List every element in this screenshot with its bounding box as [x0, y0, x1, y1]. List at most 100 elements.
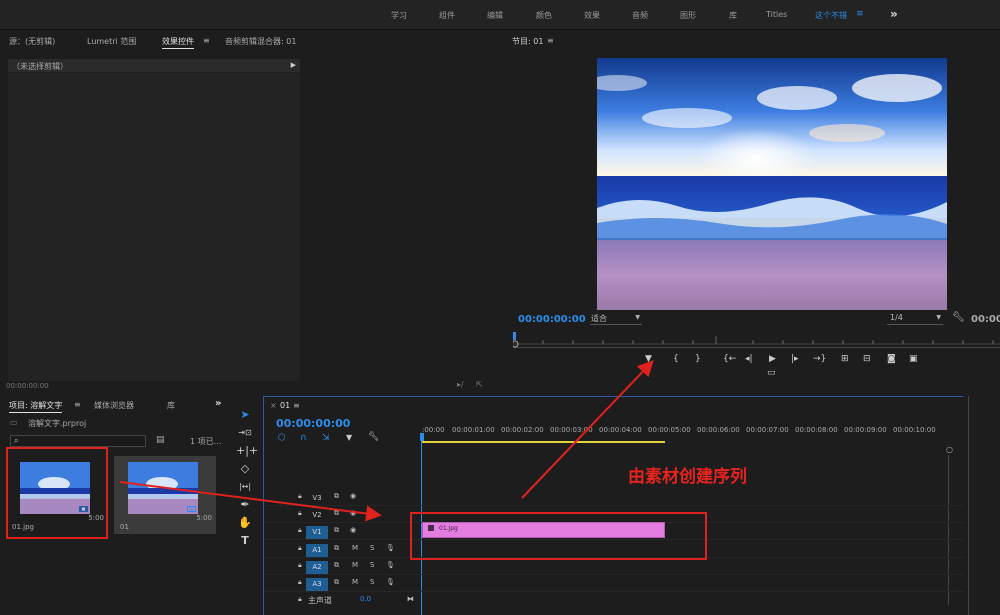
lock-icon[interactable]: 🔒︎	[298, 492, 302, 501]
track-label[interactable]: A2	[306, 561, 328, 574]
lift-icon[interactable]: ⊞	[841, 354, 849, 364]
extract-icon[interactable]: ⊟	[863, 354, 871, 364]
mark-out-icon[interactable]: }	[695, 354, 701, 364]
wrench-icon[interactable]: 🔧︎	[368, 432, 379, 442]
panel-more-icon[interactable]: »	[215, 398, 221, 409]
scroll-handle-icon[interactable]: ○	[946, 445, 953, 454]
slip-tool-icon[interactable]: |↔|	[236, 480, 254, 494]
type-tool-icon[interactable]: T	[236, 534, 254, 548]
workspace-audio[interactable]: 音频	[632, 10, 648, 21]
filter-icon[interactable]: ▸/	[457, 380, 464, 389]
track-label[interactable]: A1	[306, 544, 328, 557]
mute-button[interactable]: M	[352, 544, 358, 552]
safe-margins-icon[interactable]: ▭	[767, 368, 776, 378]
add-marker-icon[interactable]: ▼	[645, 354, 652, 364]
program-time-ruler[interactable]	[511, 332, 1000, 348]
workspace-effects[interactable]: 效果	[584, 10, 600, 21]
selection-tool-icon[interactable]: ➤	[236, 408, 254, 422]
microphone-icon[interactable]: 🎙︎	[386, 544, 395, 552]
project-item-sequence[interactable]: ⊞ 01 5:00	[114, 456, 216, 534]
go-to-out-icon[interactable]: →}	[813, 354, 826, 364]
workspace-editing[interactable]: 编辑	[487, 10, 503, 21]
comparison-view-icon[interactable]: ▣	[909, 354, 918, 364]
playhead-handle[interactable]	[420, 433, 424, 441]
tab-libraries[interactable]: 库	[167, 400, 175, 411]
lock-icon[interactable]: 🔒︎	[298, 509, 302, 518]
workspace-learn[interactable]: 学习	[391, 10, 407, 21]
sync-lock-icon[interactable]: ⧉	[334, 509, 339, 518]
tab-lumetri-scopes[interactable]: Lumetri 范围	[87, 36, 136, 47]
workspace-color[interactable]: 颜色	[536, 10, 552, 21]
step-back-icon[interactable]: ◂|	[745, 354, 753, 364]
play-icon[interactable]: ▶	[769, 354, 776, 364]
sync-lock-icon[interactable]: ⧉	[334, 578, 339, 587]
step-forward-icon[interactable]: |▸	[791, 354, 799, 364]
workspace-more-icon[interactable]: »	[890, 7, 898, 21]
workspace-titles[interactable]: Titles	[766, 10, 787, 19]
camera-icon[interactable]: ◙	[887, 354, 896, 364]
workspace-libraries[interactable]: 库	[729, 10, 737, 21]
tab-audio-clip-mixer[interactable]: 音频剪辑混合器: 01	[225, 36, 296, 47]
solo-button[interactable]: S	[370, 544, 374, 552]
solo-button[interactable]: S	[370, 561, 374, 569]
mute-button[interactable]: M	[352, 578, 358, 586]
linked-selection-icon[interactable]: ⇲	[322, 433, 330, 443]
add-marker-icon[interactable]: ▼	[346, 433, 352, 442]
snap-icon[interactable]: ∩	[300, 433, 307, 443]
tab-media-browser[interactable]: 媒体浏览器	[94, 400, 134, 411]
new-bin-icon[interactable]: ▤	[156, 435, 165, 445]
mute-button[interactable]: M	[352, 561, 358, 569]
razor-tool-icon[interactable]: ◇	[236, 462, 254, 476]
eye-icon[interactable]: ◉	[350, 509, 356, 517]
microphone-icon[interactable]: 🎙︎	[386, 561, 395, 569]
pen-tool-icon[interactable]: ✒	[236, 498, 254, 512]
tab-source[interactable]: 源：(无剪辑)	[9, 36, 55, 47]
ripple-edit-tool-icon[interactable]: +|+	[236, 444, 258, 458]
close-tab-icon[interactable]: ×	[270, 401, 277, 410]
lock-icon[interactable]: 🔒︎	[298, 544, 302, 553]
mark-in-icon[interactable]: {	[673, 354, 679, 364]
master-volume-value[interactable]: 0.0	[360, 595, 371, 603]
expand-arrow-icon[interactable]: ▶	[291, 61, 296, 69]
resolution-dropdown[interactable]: 1/4 ▼	[887, 313, 943, 325]
nest-icon[interactable]: ⬡	[278, 433, 286, 443]
workspace-custom[interactable]: 这个不错	[815, 10, 847, 21]
track-label[interactable]: V1	[306, 526, 328, 539]
program-menu-icon[interactable]: ≡	[547, 36, 554, 45]
tab-project[interactable]: 项目: 溶解文字	[9, 400, 63, 413]
wrench-icon[interactable]: 🔧︎	[952, 312, 965, 323]
lock-icon[interactable]: 🔒︎	[298, 595, 302, 604]
project-search-input[interactable]: ⌕	[10, 435, 146, 447]
track-select-tool-icon[interactable]: ⇥⊡	[236, 426, 254, 440]
program-timecode[interactable]: 00:00:00:00	[518, 314, 586, 325]
project-menu-icon[interactable]: ≡	[74, 400, 81, 409]
tab-effect-controls[interactable]: 效果控件	[162, 36, 194, 49]
track-label[interactable]: V3	[306, 492, 328, 505]
go-to-end-icon[interactable]: ⧓	[407, 595, 414, 603]
track-label[interactable]: A3	[306, 578, 328, 591]
sync-lock-icon[interactable]: ⧉	[334, 561, 339, 570]
workspace-assembly[interactable]: 组件	[439, 10, 455, 21]
sync-lock-icon[interactable]: ⧉	[334, 526, 339, 535]
tab-program[interactable]: 节目: 01	[512, 36, 543, 47]
tab-menu-icon[interactable]: ≡	[203, 36, 210, 45]
workspace-graphics[interactable]: 图形	[680, 10, 696, 21]
sync-lock-icon[interactable]: ⧉	[334, 544, 339, 553]
zoom-fit-dropdown[interactable]: 适合 ▼	[590, 313, 642, 325]
solo-button[interactable]: S	[370, 578, 374, 586]
go-to-in-icon[interactable]: {←	[723, 354, 736, 364]
timeline-timecode[interactable]: 00:00:00:00	[276, 417, 350, 430]
sequence-menu-icon[interactable]: ≡	[293, 401, 300, 410]
tab-sequence[interactable]: 01	[280, 401, 290, 410]
eye-icon[interactable]: ◉	[350, 492, 356, 500]
lock-icon[interactable]: 🔒︎	[298, 561, 302, 570]
track-label[interactable]: V2	[306, 509, 328, 522]
microphone-icon[interactable]: 🎙︎	[386, 578, 395, 586]
lock-icon[interactable]: 🔒︎	[298, 578, 302, 587]
sync-lock-icon[interactable]: ⧉	[334, 492, 339, 501]
hand-tool-icon[interactable]: ✋	[236, 516, 254, 530]
workspace-menu-icon[interactable]: ≡	[856, 9, 864, 19]
lock-icon[interactable]: 🔒︎	[298, 526, 302, 535]
eye-icon[interactable]: ◉	[350, 526, 356, 534]
work-area-bar[interactable]	[422, 441, 665, 443]
